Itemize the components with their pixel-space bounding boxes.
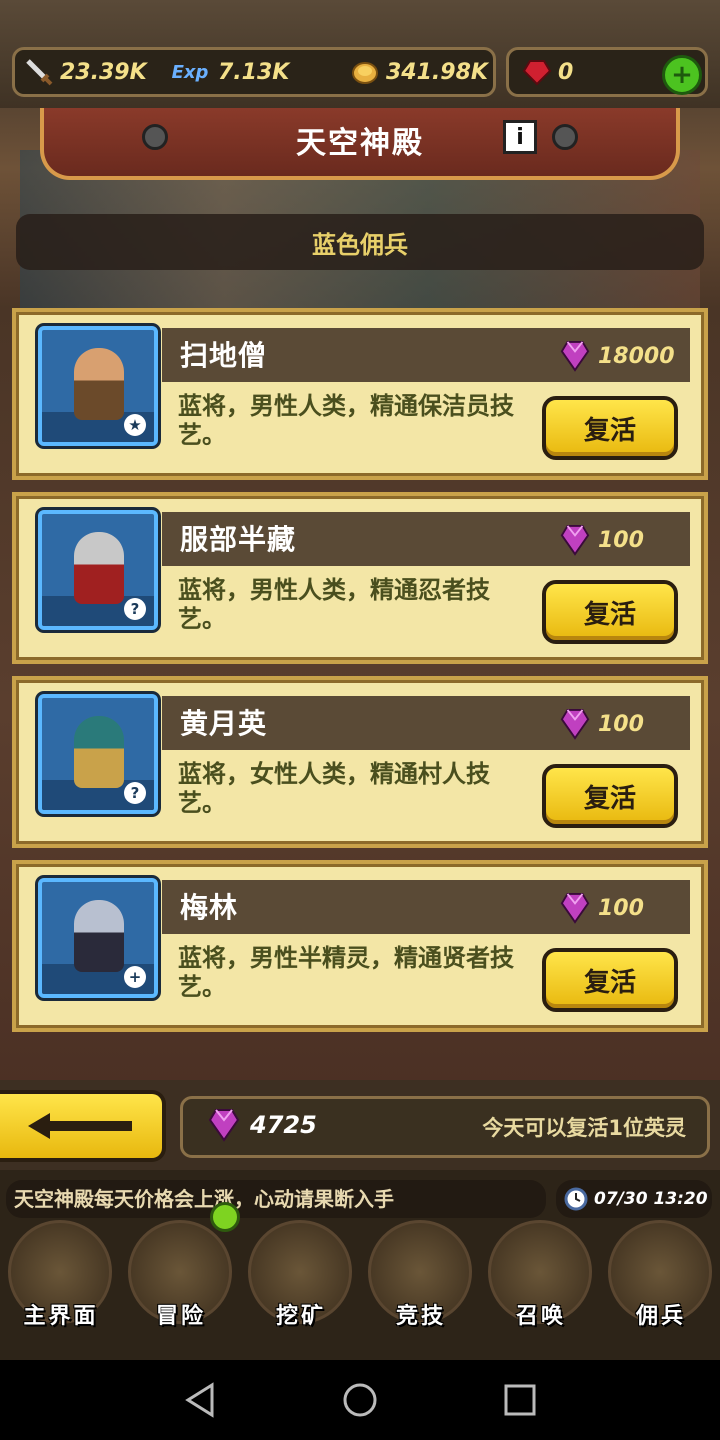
gem-icon — [560, 525, 590, 556]
gem-icon — [560, 341, 590, 372]
nav-item-0[interactable]: 主界面 — [2, 1212, 120, 1329]
mercenary-card: ? 服部半藏 100 蓝将，男性人类，精通忍者技艺。 复活 — [12, 492, 708, 664]
ruby-stat: 0 — [522, 56, 573, 88]
nav-item-4[interactable]: 召唤 — [482, 1212, 600, 1329]
nav-item-2[interactable]: 挖矿 — [242, 1212, 360, 1329]
hero-sprite — [74, 532, 124, 604]
hero-sprite — [74, 716, 124, 788]
nav-item-3[interactable]: 竞技 — [362, 1212, 480, 1329]
hero-sprite — [74, 348, 124, 420]
revive-cost-value: 18000 — [598, 343, 675, 369]
revive-cost-value: 100 — [598, 527, 644, 553]
revive-limit-note: 今天可以复活1位英灵 — [482, 1116, 686, 1140]
ruby-icon — [522, 57, 552, 87]
mercenary-name: 服部半藏 — [180, 523, 297, 556]
exp-value: 7.13K — [218, 59, 290, 85]
mercenary-card: + 梅林 100 蓝将，男性半精灵，精通贤者技艺。 复活 — [12, 860, 708, 1032]
mercenary-card: ★ 扫地僧 18000 蓝将，男性人类，精通保洁员技艺。 复活 — [12, 308, 708, 480]
gold-value: 341.98K — [386, 59, 488, 85]
revive-cost-value: 100 — [598, 711, 644, 737]
revive-cost: 100 — [560, 890, 644, 926]
mercenary-description: 蓝将，男性半精灵，精通贤者技艺。 — [178, 944, 514, 1001]
revive-cost: 18000 — [560, 338, 675, 374]
gold-stat: 341.98K — [350, 56, 488, 88]
exp-icon: Exp — [171, 61, 209, 83]
attack-value: 23.39K — [60, 59, 147, 85]
page-title: 天空神殿 — [296, 126, 424, 161]
mercenary-name: 黄月英 — [180, 707, 268, 740]
gem-icon — [560, 709, 590, 740]
revive-cost: 100 — [560, 706, 644, 742]
nav-label: 主界面 — [23, 1304, 99, 1329]
gem-icon — [560, 893, 590, 924]
nav-item-5[interactable]: 佣兵 — [602, 1212, 720, 1329]
sword-icon — [24, 57, 54, 87]
recents-square-icon[interactable] — [500, 1382, 540, 1418]
notification-dot — [210, 1202, 240, 1232]
revive-button[interactable]: 复活 — [542, 948, 678, 1012]
revive-button[interactable]: 复活 — [542, 580, 678, 644]
gem-balance-value: 4725 — [250, 1111, 317, 1139]
arrow-left-icon — [28, 1113, 132, 1139]
mercenary-description: 蓝将，女性人类，精通村人技艺。 — [178, 760, 490, 817]
mercenary-description: 蓝将，男性人类，精通保洁员技艺。 — [178, 392, 514, 449]
nav-label: 竞技 — [395, 1304, 446, 1329]
mercenary-portrait[interactable]: ★ — [38, 326, 158, 446]
hero-sprite — [74, 900, 124, 972]
gem-icon — [208, 1109, 240, 1142]
nav-label: 挖矿 — [275, 1304, 326, 1329]
add-ruby-button[interactable]: + — [662, 55, 702, 95]
mercenary-name: 扫地僧 — [180, 339, 268, 372]
nav-label: 召唤 — [515, 1304, 566, 1329]
revive-button[interactable]: 复活 — [542, 396, 678, 460]
clock-time: 07/30 13:20 — [594, 1189, 708, 1209]
category-title: 蓝色佣兵 — [16, 214, 704, 270]
ruby-value: 0 — [558, 59, 574, 85]
exp-stat: Exp 7.13K — [168, 56, 290, 88]
portrait-badge-icon: + — [124, 966, 146, 988]
revive-button[interactable]: 复活 — [542, 764, 678, 828]
nav-label: 佣兵 — [635, 1304, 686, 1329]
revive-cost-value: 100 — [598, 895, 644, 921]
home-circle-icon[interactable] — [340, 1382, 380, 1418]
mercenary-name: 梅林 — [180, 891, 239, 924]
nav-label: 冒险 — [155, 1304, 206, 1329]
portrait-badge-icon: ? — [124, 598, 146, 620]
coin-icon — [350, 57, 380, 87]
gem-balance: 4725 — [208, 1108, 317, 1142]
info-button[interactable]: i — [503, 120, 537, 154]
clock-icon — [564, 1187, 588, 1211]
mercenary-description: 蓝将，男性人类，精通忍者技艺。 — [178, 576, 490, 633]
back-button[interactable] — [0, 1090, 166, 1162]
mercenary-card: ? 黄月英 100 蓝将，女性人类，精通村人技艺。 复活 — [12, 676, 708, 848]
mercenary-portrait[interactable]: + — [38, 878, 158, 998]
mercenary-portrait[interactable]: ? — [38, 694, 158, 814]
attack-stat: 23.39K — [24, 56, 147, 88]
mercenary-portrait[interactable]: ? — [38, 510, 158, 630]
revive-cost: 100 — [560, 522, 644, 558]
portrait-badge-icon: ? — [124, 782, 146, 804]
back-triangle-icon[interactable] — [182, 1382, 222, 1418]
portrait-badge-icon: ★ — [124, 414, 146, 436]
